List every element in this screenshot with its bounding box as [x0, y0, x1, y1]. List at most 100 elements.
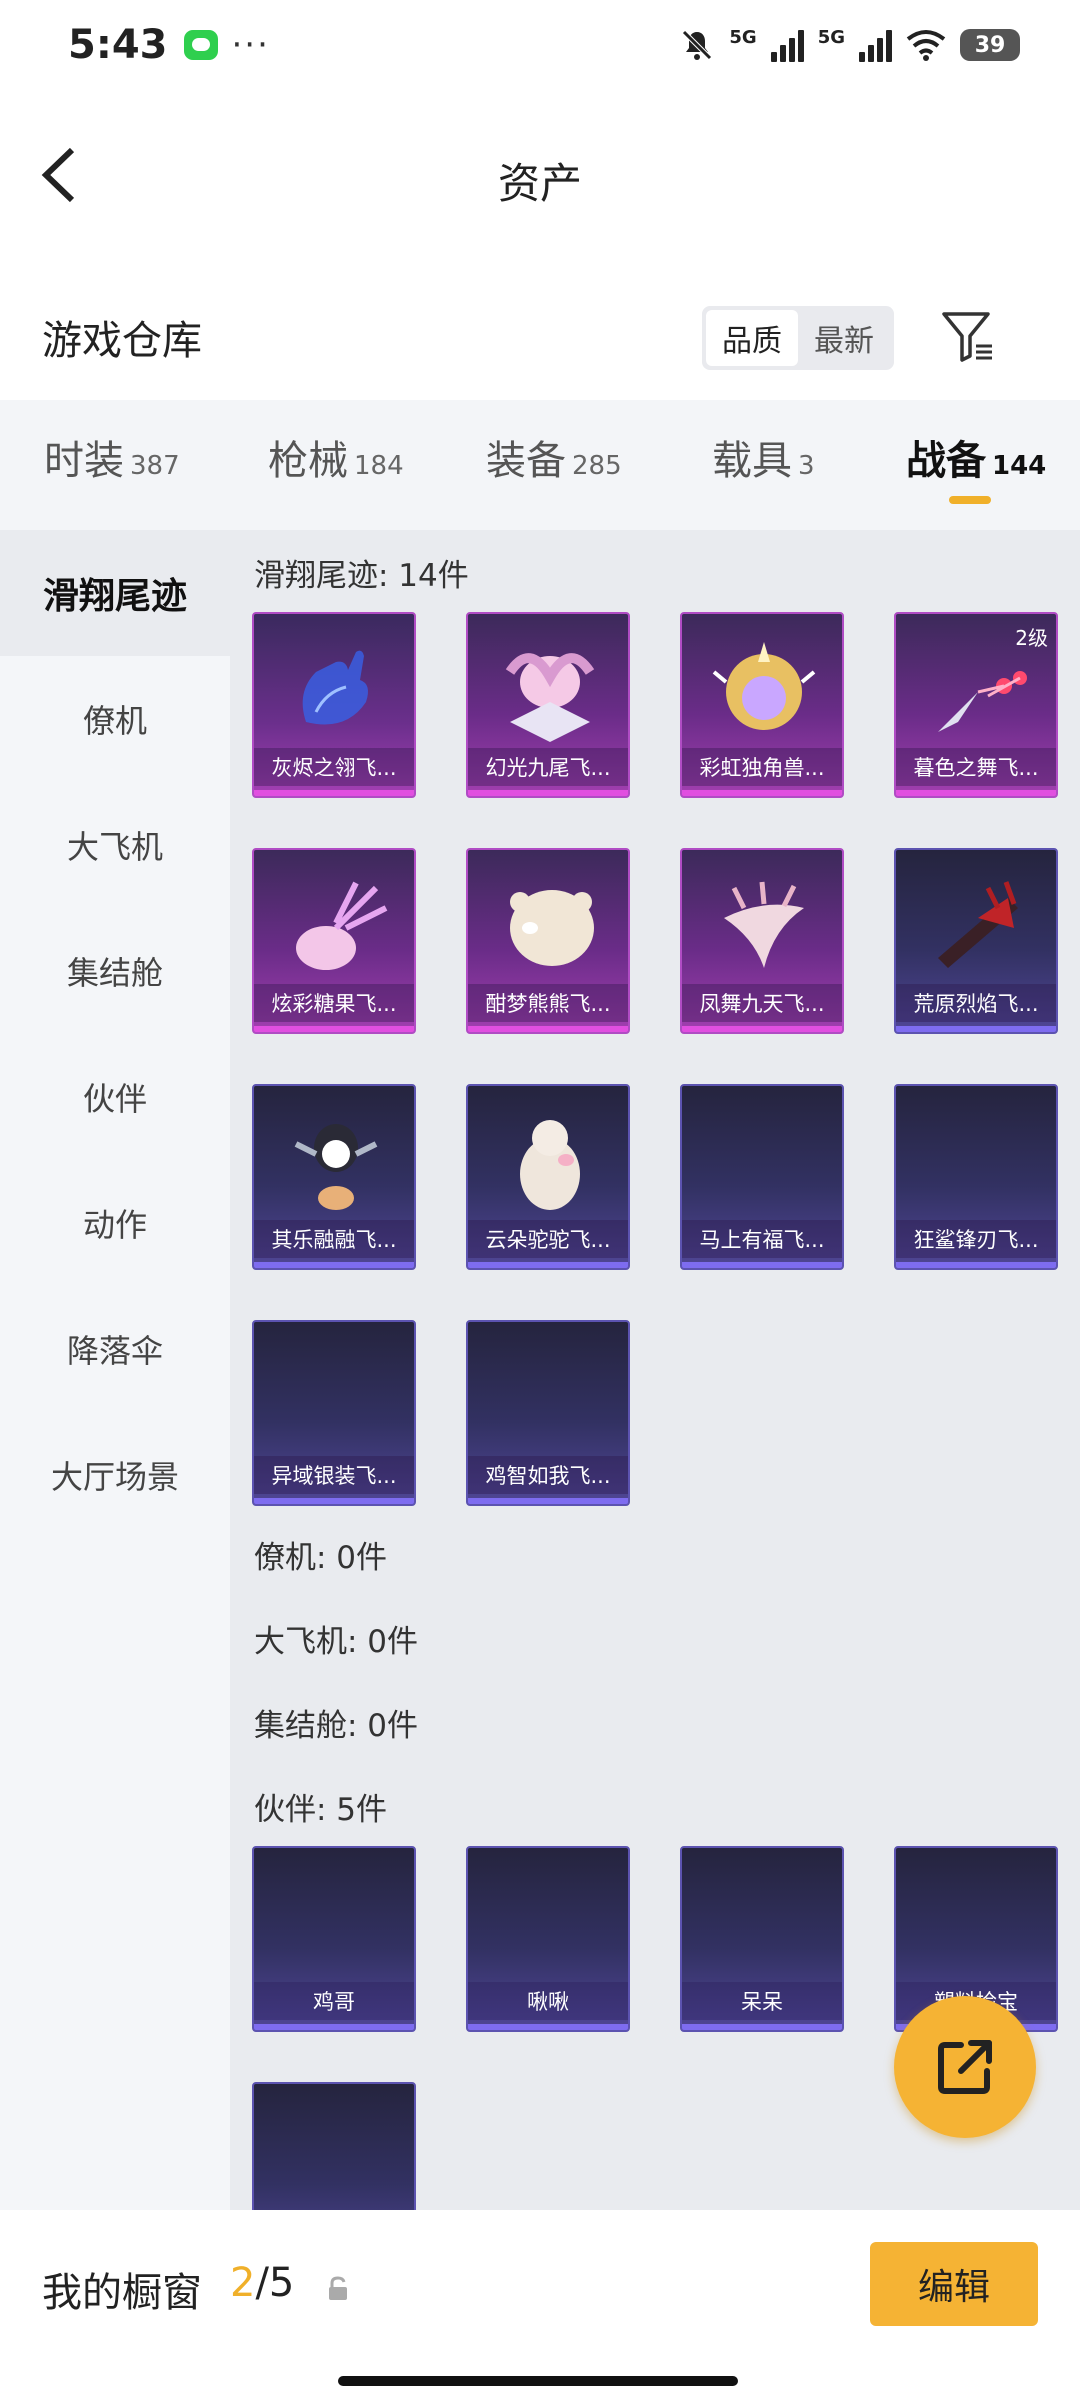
item-card[interactable]: 幻光九尾飞...: [466, 612, 630, 798]
item-name: 狂鲨锋刃飞...: [896, 1220, 1056, 1258]
sidebar-item-parachute[interactable]: 降落伞: [0, 1286, 230, 1412]
tab-label: 载具: [712, 438, 792, 484]
rarity-bar: [468, 1026, 628, 1032]
candy-trail-icon: [296, 881, 388, 970]
item-name: 鸡智如我飞...: [468, 1456, 628, 1494]
sort-latest-button[interactable]: 最新: [798, 310, 890, 366]
rarity-bar: [682, 1026, 842, 1032]
item-name: 凤舞九天飞...: [682, 984, 842, 1022]
item-grid-area: 滑翔尾迹: 14件 灰烬之翎飞... 幻光九尾飞... 彩虹独角兽... 2级 …: [230, 530, 1080, 2210]
more-notifications-icon: ···: [231, 25, 270, 65]
penguin-trail-icon: [294, 1124, 378, 1210]
tab-label: 装备: [486, 438, 566, 484]
rarity-bar: [254, 1498, 414, 1504]
status-bar: 5:43 ··· 5G 5G 39: [0, 0, 1080, 90]
rarity-bar: [896, 1262, 1056, 1268]
item-name: 其乐融融飞...: [254, 1220, 414, 1258]
glove-trail-icon: [302, 650, 368, 725]
item-name: 鸡哥: [254, 1982, 414, 2020]
rarity-bar: [254, 2024, 414, 2030]
warehouse-title: 游戏仓库: [42, 318, 202, 364]
sleepy-bear-icon: [510, 890, 594, 966]
network-type-1: 5G: [729, 27, 757, 48]
rarity-bar: [254, 1026, 414, 1032]
rarity-bar: [468, 2024, 628, 2030]
section-label-partner: 伙伴: 5件: [254, 1792, 388, 1828]
partner-card[interactable]: [252, 2082, 416, 2210]
bottom-bar: 我的橱窗 2/5 编辑: [0, 2210, 1080, 2400]
sort-quality-button[interactable]: 品质: [706, 310, 798, 366]
tab-war-prep[interactable]: 战备 144: [906, 428, 1046, 486]
wifi-icon: [906, 30, 946, 61]
status-time: 5:43: [68, 22, 168, 68]
tab-equipment[interactable]: 装备 285: [486, 428, 622, 486]
tab-label: 时装: [44, 438, 124, 484]
home-indicator[interactable]: [338, 2376, 738, 2386]
item-card[interactable]: 云朵驼驼飞...: [466, 1084, 630, 1270]
lock-icon: [329, 2276, 347, 2300]
rarity-bar: [468, 790, 628, 796]
cloud-alpaca-icon: [520, 1120, 580, 1210]
item-name: 灰烬之翎飞...: [254, 748, 414, 786]
item-card[interactable]: 2级 暮色之舞飞...: [894, 612, 1058, 798]
tab-label: 战备: [906, 438, 986, 484]
item-card[interactable]: 马上有福飞...: [680, 1084, 844, 1270]
item-card[interactable]: 凤舞九天飞...: [680, 848, 844, 1034]
sidebar-item-glide-trail[interactable]: 滑翔尾迹: [0, 530, 230, 656]
phoenix-trail-icon: [724, 881, 804, 968]
edit-button[interactable]: 编辑: [870, 2242, 1038, 2326]
share-fab-button[interactable]: [894, 1996, 1036, 2138]
item-card[interactable]: 荒原烈焰飞...: [894, 848, 1058, 1034]
sidebar-item-wingman[interactable]: 僚机: [0, 656, 230, 782]
sidebar-item-lobby-scene[interactable]: 大厅场景: [0, 1412, 230, 1538]
rarity-bar: [254, 1262, 414, 1268]
item-card[interactable]: 灰烬之翎飞...: [252, 612, 416, 798]
section-label-glide-trail: 滑翔尾迹: 14件: [254, 558, 469, 594]
item-name: 炫彩糖果飞...: [254, 984, 414, 1022]
network-type-2: 5G: [817, 27, 845, 48]
rarity-bar: [254, 790, 414, 796]
sidebar-item-big-plane[interactable]: 大飞机: [0, 782, 230, 908]
item-name: 暮色之舞飞...: [896, 748, 1056, 786]
sidebar-item-partner[interactable]: 伙伴: [0, 1034, 230, 1160]
rarity-bar: [468, 1262, 628, 1268]
partner-card[interactable]: 鸡哥: [252, 1846, 416, 2032]
tab-fashion[interactable]: 时装 387: [44, 428, 180, 486]
message-app-icon: [183, 30, 218, 60]
item-card[interactable]: 彩虹独角兽...: [680, 612, 844, 798]
external-link-icon: [938, 2040, 992, 2094]
tab-count: 285: [572, 451, 622, 481]
item-name: 彩虹独角兽...: [682, 748, 842, 786]
item-name: 酣梦熊熊飞...: [468, 984, 628, 1022]
item-card[interactable]: 鸡智如我飞...: [466, 1320, 630, 1506]
sidebar: 滑翔尾迹 僚机 大飞机 集结舱 伙伴 动作 降落伞 大厅场景: [0, 530, 230, 2210]
tab-count: 387: [130, 451, 180, 481]
item-card[interactable]: 酣梦熊熊飞...: [466, 848, 630, 1034]
rarity-bar: [682, 2024, 842, 2030]
rarity-bar: [468, 1498, 628, 1504]
item-name: 啾啾: [468, 1982, 628, 2020]
filter-icon[interactable]: [940, 308, 996, 364]
item-card[interactable]: 异域银装飞...: [252, 1320, 416, 1506]
sidebar-item-assembly-pod[interactable]: 集结舱: [0, 908, 230, 1034]
app-header: 资产: [0, 110, 1080, 240]
active-tab-indicator: [949, 496, 991, 504]
item-card[interactable]: 炫彩糖果飞...: [252, 848, 416, 1034]
partner-card[interactable]: 呆呆: [680, 1846, 844, 2032]
tab-label: 枪械: [268, 438, 348, 484]
item-name: 云朵驼驼飞...: [468, 1220, 628, 1258]
tab-firearms[interactable]: 枪械 184: [268, 428, 404, 486]
tab-vehicles[interactable]: 载具 3: [712, 428, 815, 486]
category-tabs: 时装 387 枪械 184 装备 285 载具 3 战备 144: [0, 400, 1080, 530]
showcase-count: 2/5: [230, 2260, 294, 2306]
section-label-assembly-pod: 集结舱: 0件: [254, 1708, 419, 1744]
item-card[interactable]: 狂鲨锋刃飞...: [894, 1084, 1058, 1270]
signal-icon-2: [859, 28, 892, 62]
signal-icon-1: [770, 28, 804, 62]
sidebar-item-action[interactable]: 动作: [0, 1160, 230, 1286]
item-card[interactable]: 其乐融融飞...: [252, 1084, 416, 1270]
item-name: 幻光九尾飞...: [468, 748, 628, 786]
showcase-total: /5: [255, 2260, 295, 2306]
item-name: 异域银装飞...: [254, 1456, 414, 1494]
partner-card[interactable]: 啾啾: [466, 1846, 630, 2032]
